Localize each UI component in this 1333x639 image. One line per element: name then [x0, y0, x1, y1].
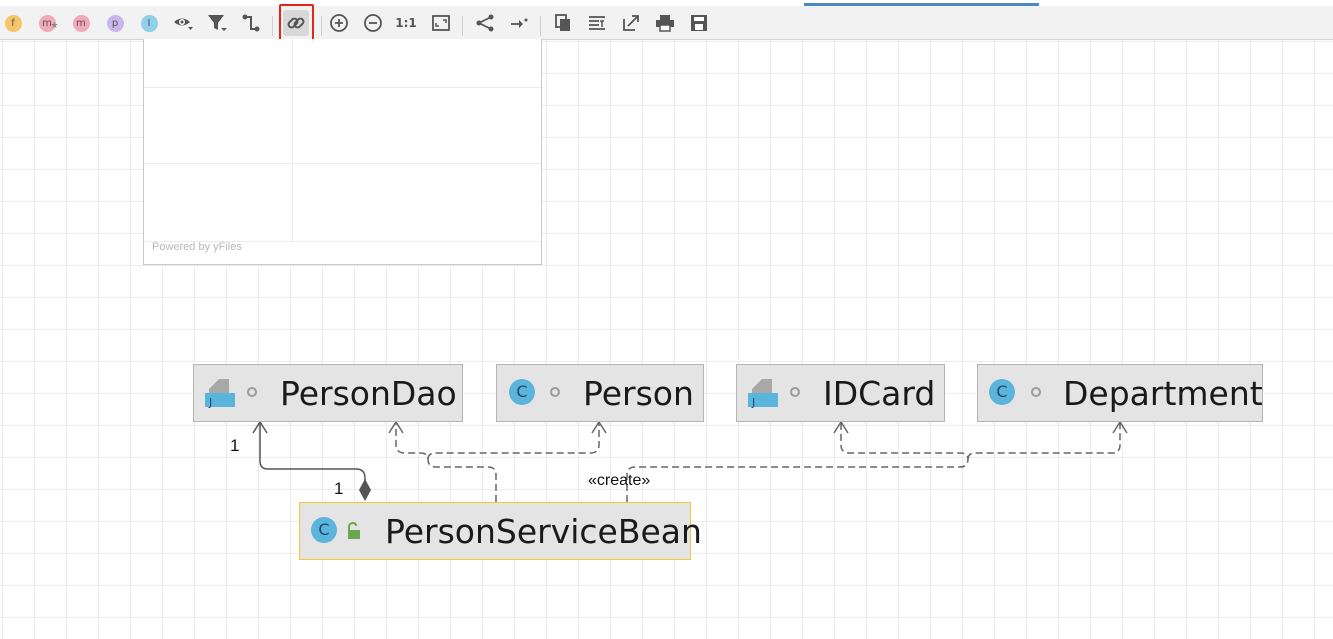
class-icon: C [311, 517, 337, 543]
node-name: PersonDao [280, 374, 457, 413]
target-multiplicity: 1 [230, 436, 240, 455]
node-idcard[interactable]: J IDCard [736, 364, 945, 422]
node-persondao[interactable]: J PersonDao [193, 364, 463, 422]
create-stereotype-label: «create» [588, 472, 651, 489]
visibility-dot-icon [550, 387, 560, 397]
node-department[interactable]: C Department [977, 364, 1263, 422]
svg-text:J: J [208, 396, 212, 409]
node-person[interactable]: C Person [496, 364, 704, 422]
node-name: IDCard [823, 374, 936, 413]
visibility-dot-icon [247, 387, 257, 397]
visibility-dot-icon [790, 387, 800, 397]
public-lock-icon [348, 522, 360, 539]
class-icon: C [989, 379, 1015, 405]
interface-file-icon: J [748, 379, 778, 409]
node-name: PersonServiceBean [385, 512, 702, 551]
composition-diamond [359, 479, 371, 501]
dependency-edge-persondao [395, 423, 497, 502]
dependency-edge-department [967, 423, 1121, 460]
dependency-edge-person [427, 423, 600, 460]
source-multiplicity: 1 [334, 479, 344, 498]
composition-edge [259, 423, 366, 488]
node-personservicebean[interactable]: C PersonServiceBean [299, 502, 702, 560]
class-icon: C [509, 379, 535, 405]
svg-text:J: J [751, 396, 755, 409]
dependency-edge-create [626, 423, 969, 502]
node-name: Department [1063, 374, 1263, 413]
node-name: Person [583, 374, 694, 413]
interface-file-icon: J [205, 379, 235, 409]
visibility-dot-icon [1031, 387, 1041, 397]
